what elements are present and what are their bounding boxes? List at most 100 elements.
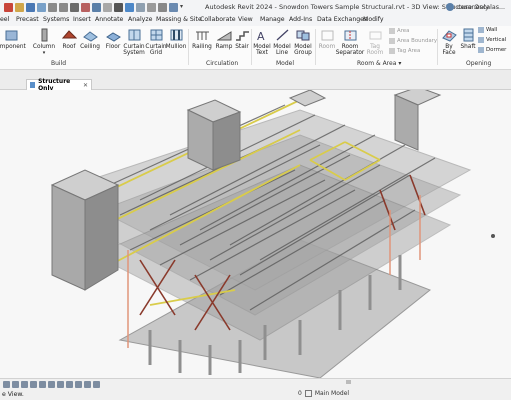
component-button[interactable]: omponent	[0, 26, 26, 50]
scrollbar-handle[interactable]	[346, 380, 351, 384]
visual-style-icon[interactable]	[21, 381, 28, 388]
sync-icon[interactable]	[37, 2, 46, 12]
ceiling-button[interactable]: Ceiling	[80, 26, 100, 50]
area-boundary-button[interactable]: Area Boundary	[389, 38, 437, 44]
tab-massing-site[interactable]: Massing & Site	[156, 16, 202, 23]
tab-systems[interactable]: Systems	[43, 16, 69, 23]
tab-insert[interactable]: Insert	[73, 16, 91, 23]
room-button[interactable]: Room	[317, 26, 337, 50]
tab-data-exchanges[interactable]: Data Exchanges	[317, 16, 367, 23]
curtain-grid-button[interactable]: Curtain Grid	[145, 26, 167, 56]
dimension-icon[interactable]	[92, 2, 101, 12]
model-group-icon	[296, 28, 311, 42]
ramp-button[interactable]: Ramp	[215, 26, 233, 50]
tab-add-ins[interactable]: Add-Ins	[289, 16, 312, 23]
component-icon	[4, 28, 19, 42]
column-button[interactable]: Column ▾	[33, 26, 55, 56]
group-room-area-label[interactable]: Room & Area ▾	[357, 60, 401, 67]
reveal-hidden-icon[interactable]	[93, 381, 100, 388]
roof-icon	[61, 28, 77, 42]
ramp-icon	[215, 28, 232, 42]
roof-button[interactable]: Roof	[60, 26, 78, 50]
status-prompt: e View.	[2, 391, 24, 398]
redo-icon[interactable]	[59, 2, 68, 12]
view-tab-structure-only[interactable]: Structure Only ✕	[26, 78, 92, 92]
railing-button[interactable]: Railing	[191, 26, 213, 50]
by-face-button[interactable]: By Face	[439, 26, 459, 56]
status-bar: e View. 0 Main Model	[0, 378, 511, 400]
group-circulation-label: Circulation	[206, 60, 239, 67]
group-model-label: Model	[276, 60, 295, 67]
tab-manage[interactable]: Manage	[260, 16, 285, 23]
3d-viewport[interactable]	[0, 90, 511, 378]
shaft-button[interactable]: Shaft	[459, 26, 477, 50]
tag-icon[interactable]	[103, 2, 112, 12]
detail-level-icon[interactable]	[12, 381, 19, 388]
ribbon-panel: omponent Column ▾ Roof Ceiling Floor Cur…	[0, 26, 511, 70]
cursor-dot	[491, 234, 495, 238]
temporary-hide-icon[interactable]	[84, 381, 91, 388]
render-icon[interactable]	[48, 381, 55, 388]
avatar	[446, 3, 455, 11]
show-crop-icon[interactable]	[75, 381, 82, 388]
switch-windows-icon[interactable]	[169, 2, 178, 12]
measure-icon[interactable]	[81, 2, 90, 12]
area-button[interactable]: Area	[389, 28, 409, 34]
column-icon	[37, 28, 52, 42]
column-dropdown-icon[interactable]: ▾	[43, 50, 46, 56]
model-selector[interactable]: 0 Main Model	[298, 390, 349, 397]
quick-access-toolbar: ▾	[0, 2, 183, 12]
close-icon[interactable]: ✕	[83, 82, 88, 89]
tab-precast[interactable]: Precast	[16, 16, 39, 23]
model-text-button[interactable]: A Model Text	[253, 26, 271, 56]
open-icon[interactable]	[15, 2, 24, 12]
dormer-button[interactable]: Dormer	[478, 47, 506, 53]
chevron-down-icon: ▾	[398, 60, 402, 67]
section-icon[interactable]	[136, 2, 145, 12]
model-checkbox[interactable]	[304, 390, 312, 397]
tab-annotate[interactable]: Annotate	[95, 16, 123, 23]
tab-view[interactable]: View	[238, 16, 253, 23]
floor-button[interactable]: Floor	[104, 26, 122, 50]
shadows-icon[interactable]	[39, 381, 46, 388]
tab-modify[interactable]: Modify	[363, 16, 384, 23]
lock-view-icon[interactable]	[57, 381, 64, 388]
svg-text:A: A	[257, 30, 265, 42]
room-separator-button[interactable]: Room Separator	[336, 26, 364, 56]
tag-room-button[interactable]: Tag Room	[365, 26, 385, 56]
text-icon[interactable]	[114, 2, 123, 12]
tag-area-button[interactable]: Tag Area	[389, 48, 420, 54]
close-hidden-icon[interactable]	[158, 2, 167, 12]
crop-view-icon[interactable]	[66, 381, 73, 388]
ceiling-icon	[82, 28, 98, 42]
group-opening-label: Opening	[466, 60, 492, 67]
user-account[interactable]: cesar.escalas...	[446, 3, 505, 11]
sun-path-icon[interactable]	[30, 381, 37, 388]
title-bar: ▾ Autodesk Revit 2024 - Snowdon Towers S…	[0, 0, 511, 14]
tab-collaborate[interactable]: Collaborate	[200, 16, 236, 23]
stair-button[interactable]: Stair	[234, 26, 250, 50]
thin-lines-icon[interactable]	[147, 2, 156, 12]
3d-view-icon	[30, 82, 36, 88]
customize-qat-icon[interactable]: ▾	[180, 3, 183, 12]
app-menu-icon[interactable]	[4, 2, 13, 12]
save-icon[interactable]	[26, 2, 35, 12]
tab-analyze[interactable]: Analyze	[128, 16, 152, 23]
model-group-button[interactable]: Model Group	[293, 26, 313, 56]
model-text-icon: A	[255, 28, 270, 43]
view-control-bar	[0, 380, 100, 389]
view-tab-strip: Structure Only ✕	[0, 70, 511, 92]
model-label: Main Model	[314, 390, 350, 397]
curtain-system-button[interactable]: Curtain System	[123, 26, 145, 56]
undo-icon[interactable]	[48, 2, 57, 12]
3d-view-icon[interactable]	[125, 2, 134, 12]
mullion-button[interactable]: Mullion	[166, 26, 186, 50]
scale-icon[interactable]	[3, 381, 10, 388]
wall-opening-button[interactable]: Wall	[478, 27, 497, 33]
divider	[437, 29, 438, 65]
divider	[188, 29, 189, 65]
vertical-opening-button[interactable]: Vertical	[478, 37, 506, 43]
print-icon[interactable]	[70, 2, 79, 12]
tab-model[interactable]: eel	[0, 16, 9, 23]
model-line-button[interactable]: Model Line	[272, 26, 292, 56]
